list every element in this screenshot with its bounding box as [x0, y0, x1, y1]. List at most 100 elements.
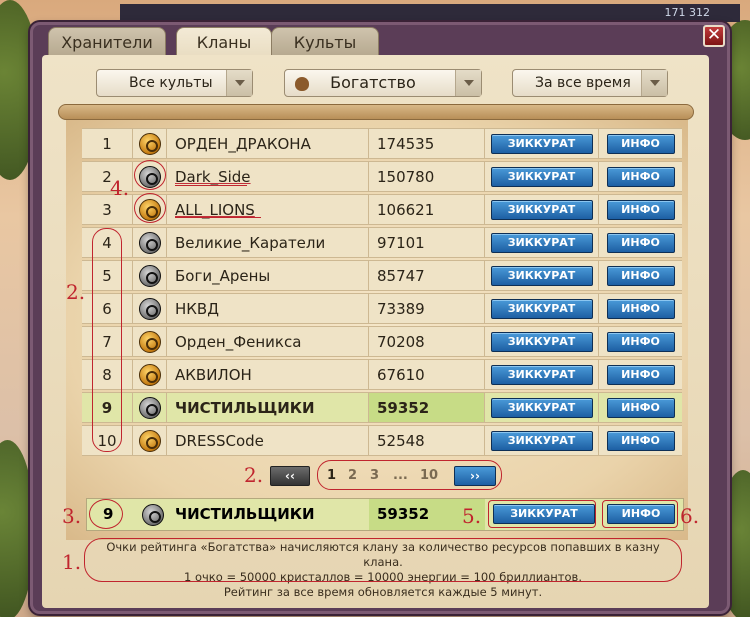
annotation-box-ziggurat [488, 500, 596, 528]
score-cell: 52548 [368, 425, 484, 456]
table-row: 1 ОРДЕН_ДРАКОНА 174535 ЗИККУРАТ ИНФО [82, 128, 682, 159]
info-cell: ИНФО [598, 425, 682, 456]
chevron-down-icon [226, 70, 252, 96]
info-cell: ИНФО [598, 194, 682, 225]
close-button[interactable]: ✕ [703, 25, 725, 47]
info-button[interactable]: ИНФО [606, 199, 675, 220]
annotation-label-6: 6. [680, 504, 700, 528]
info-button[interactable]: ИНФО [606, 265, 675, 286]
annotation-underline-2 [175, 185, 247, 186]
clan-emblem-icon [138, 396, 161, 419]
period-filter-value: За все время [535, 75, 631, 91]
score-cell: 97101 [368, 227, 484, 258]
clan-emblem-icon [142, 504, 164, 526]
rank-cell: 1 [82, 128, 132, 159]
info-cell: ИНФО [598, 359, 682, 390]
clan-name-cell[interactable]: НКВД [166, 293, 368, 324]
clan-name[interactable]: Орден_Феникса [175, 333, 301, 351]
score-cell: 67610 [368, 359, 484, 390]
ziggurat-cell: ЗИККУРАТ [484, 161, 598, 192]
score-cell: 73389 [368, 293, 484, 324]
top-status-strip: 171 312 [120, 4, 740, 22]
annotation-box-note [84, 538, 682, 582]
clan-name[interactable]: ЧИСТИЛЬЩИКИ [175, 399, 315, 417]
clan-name-cell[interactable]: ЧИСТИЛЬЩИКИ [166, 392, 368, 423]
ziggurat-button[interactable]: ЗИККУРАТ [490, 265, 593, 286]
ziggurat-cell: ЗИККУРАТ [484, 359, 598, 390]
info-cell: ИНФО [598, 161, 682, 192]
ziggurat-cell: ЗИККУРАТ [484, 326, 598, 357]
clan-name[interactable]: НКВД [175, 300, 219, 318]
my-clan-name: ЧИСТИЛЬЩИКИ [175, 505, 315, 523]
info-button[interactable]: ИНФО [606, 166, 675, 187]
period-filter-dropdown[interactable]: За все время [512, 69, 668, 97]
clan-name[interactable]: Боги_Арены [175, 267, 270, 285]
clan-name-cell[interactable]: Dark_Side [166, 161, 368, 192]
clan-emblem-icon [138, 132, 161, 155]
clan-name[interactable]: АКВИЛОН [175, 366, 252, 384]
table-row: 7 Орден_Феникса 70208 ЗИККУРАТ ИНФО [82, 326, 682, 357]
emblem-cell [132, 293, 166, 324]
clan-name[interactable]: Великие_Каратели [175, 234, 325, 252]
info-button[interactable]: ИНФО [606, 232, 675, 253]
table-row: 10 DRESSCode 52548 ЗИККУРАТ ИНФО [82, 425, 682, 456]
annotation-box-pager [317, 460, 502, 490]
score-cell: 150780 [368, 161, 484, 192]
annotation-box-info [602, 500, 678, 528]
note-line-3: Рейтинг за все время обновляется каждые … [223, 585, 543, 599]
ziggurat-cell: ЗИККУРАТ [484, 293, 598, 324]
prev-page-button[interactable]: ‹‹ [270, 466, 310, 486]
info-cell: ИНФО [598, 227, 682, 258]
annotation-label-3: 3. [62, 504, 82, 528]
scroll-top-decoration [58, 104, 694, 120]
table-row: 5 Боги_Арены 85747 ЗИККУРАТ ИНФО [82, 260, 682, 291]
clan-emblem-icon [138, 330, 161, 353]
ziggurat-cell: ЗИККУРАТ [484, 194, 598, 225]
clan-rating-table: 1 ОРДЕН_ДРАКОНА 174535 ЗИККУРАТ ИНФО 2 Dark_Si… [82, 126, 682, 458]
info-button[interactable]: ИНФО [606, 397, 675, 418]
clan-emblem-icon [138, 363, 161, 386]
tab-cults[interactable]: Культы [271, 27, 379, 57]
info-button[interactable]: ИНФО [606, 331, 675, 352]
annotation-oval-rank [89, 499, 123, 529]
clan-name-cell[interactable]: АКВИЛОН [166, 359, 368, 390]
clan-name[interactable]: DRESSCode [175, 432, 264, 450]
clan-name[interactable]: ОРДЕН_ДРАКОНА [175, 135, 311, 153]
ziggurat-button[interactable]: ЗИККУРАТ [490, 298, 593, 319]
ziggurat-button[interactable]: ЗИККУРАТ [490, 232, 593, 253]
ziggurat-button[interactable]: ЗИККУРАТ [490, 166, 593, 187]
clan-name[interactable]: ALL_LIONS [175, 201, 255, 219]
category-filter-dropdown[interactable]: Богатство [284, 69, 482, 97]
clan-name-cell[interactable]: ОРДЕН_ДРАКОНА [166, 128, 368, 159]
annotation-oval-emblem-3 [134, 193, 166, 223]
clan-name[interactable]: Dark_Side [175, 168, 251, 186]
money-bag-icon [295, 76, 309, 91]
emblem-cell [132, 260, 166, 291]
clan-name-cell[interactable]: ALL_LIONS [166, 194, 368, 225]
annotation-label-1: 1. [62, 550, 82, 574]
table-row: 4 Великие_Каратели 97101 ЗИККУРАТ ИНФО [82, 227, 682, 258]
info-button[interactable]: ИНФО [606, 364, 675, 385]
info-button[interactable]: ИНФО [606, 133, 675, 154]
tab-keepers[interactable]: Хранители [48, 27, 166, 57]
clan-name-cell[interactable]: Боги_Арены [166, 260, 368, 291]
clan-name-cell[interactable]: DRESSCode [166, 425, 368, 456]
ziggurat-cell: ЗИККУРАТ [484, 425, 598, 456]
ziggurat-button[interactable]: ЗИККУРАТ [490, 364, 593, 385]
info-cell: ИНФО [598, 392, 682, 423]
emblem-cell [132, 425, 166, 456]
info-button[interactable]: ИНФО [606, 298, 675, 319]
ziggurat-button[interactable]: ЗИККУРАТ [490, 430, 593, 451]
info-button[interactable]: ИНФО [606, 430, 675, 451]
clan-name-cell[interactable]: Орден_Феникса [166, 326, 368, 357]
clan-emblem-icon [138, 231, 161, 254]
ziggurat-button[interactable]: ЗИККУРАТ [490, 397, 593, 418]
chevron-down-icon [455, 70, 481, 96]
clan-name-cell[interactable]: Великие_Каратели [166, 227, 368, 258]
ziggurat-button[interactable]: ЗИККУРАТ [490, 331, 593, 352]
score-cell: 106621 [368, 194, 484, 225]
ziggurat-button[interactable]: ЗИККУРАТ [490, 133, 593, 154]
cult-filter-dropdown[interactable]: Все культы [96, 69, 253, 97]
emblem-cell [132, 227, 166, 258]
ziggurat-button[interactable]: ЗИККУРАТ [490, 199, 593, 220]
